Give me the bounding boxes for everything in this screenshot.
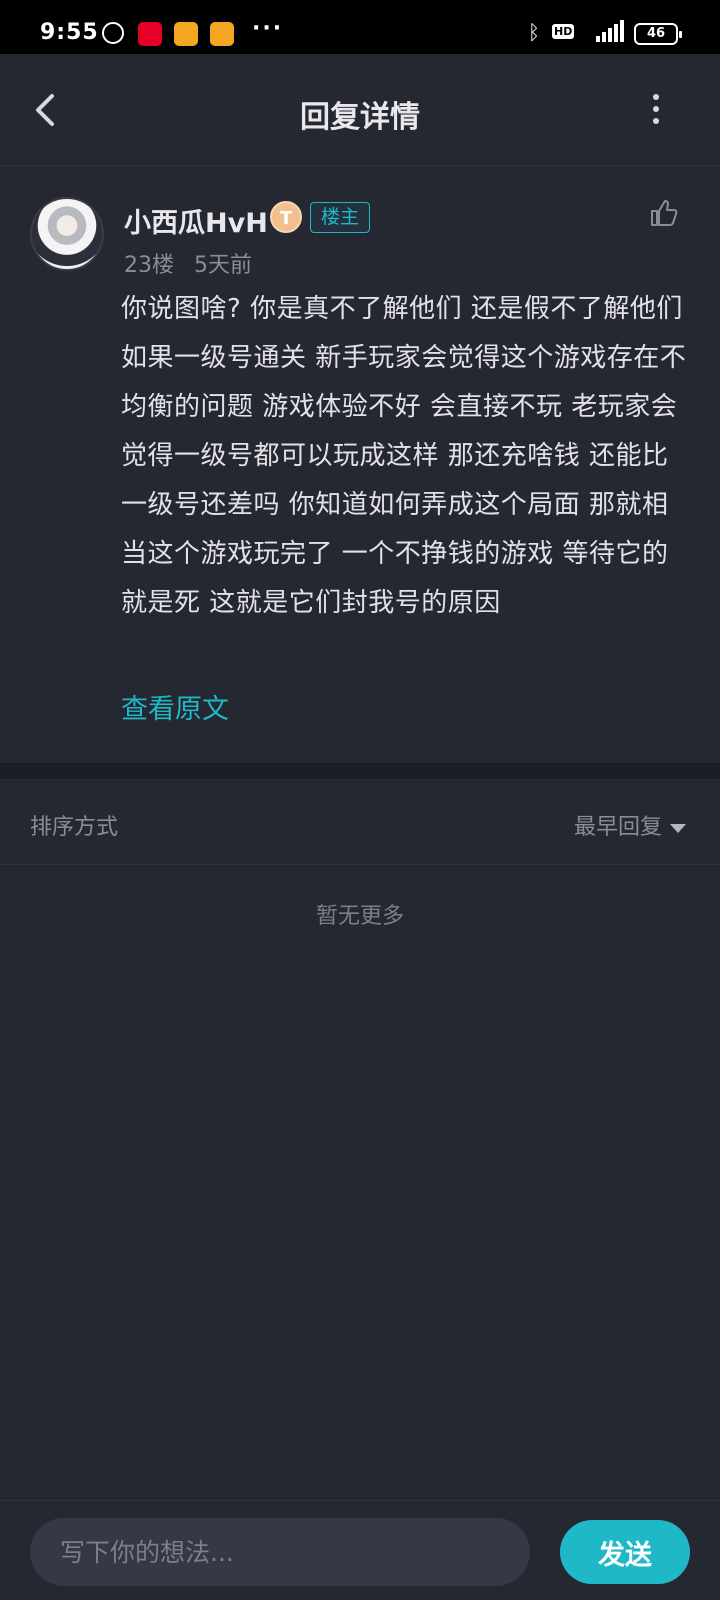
- app-header: 回复详情: [0, 54, 720, 166]
- signal-icon: [596, 20, 624, 42]
- post-meta: 23楼 5天前: [124, 247, 252, 279]
- floor-number: 23楼: [124, 253, 174, 278]
- comment-composer: 发送: [0, 1500, 720, 1600]
- notification-app-icon: [174, 22, 198, 46]
- post-content: 你说图啥? 你是真不了解他们 还是假不了解他们 如果一级号通关 新手玩家会觉得这…: [121, 294, 687, 618]
- status-bar: 9:55 ··· ᛒ HD 46: [0, 0, 720, 54]
- status-time: 9:55: [40, 20, 99, 45]
- more-notifications-icon: ···: [252, 16, 284, 41]
- username[interactable]: 小西瓜HvH: [124, 201, 268, 240]
- sort-row: 排序方式 最早回复: [0, 779, 720, 865]
- sort-dropdown[interactable]: 最早回复: [574, 809, 686, 841]
- send-button[interactable]: 发送: [560, 1520, 690, 1584]
- hd-icon: HD: [552, 24, 575, 39]
- caret-down-icon: [670, 823, 686, 833]
- reply-post: 小西瓜HvH T 楼主 23楼 5天前 你说图啥? 你是真不了解他们 还是假不了解…: [0, 167, 720, 763]
- post-time: 5天前: [194, 253, 252, 278]
- page-title: 回复详情: [300, 100, 420, 135]
- user-level-badge: T: [270, 201, 302, 233]
- view-original-link[interactable]: 查看原文: [121, 687, 229, 726]
- more-options-icon[interactable]: [646, 94, 666, 126]
- bluetooth-icon: ᛒ: [528, 20, 540, 44]
- sort-label: 排序方式: [30, 815, 119, 840]
- netease-music-icon: [138, 22, 162, 46]
- thumbs-up-icon[interactable]: [648, 197, 680, 229]
- section-divider: [0, 763, 720, 779]
- comment-input[interactable]: [30, 1518, 530, 1586]
- notification-app-icon-2: [210, 22, 234, 46]
- avatar[interactable]: [30, 197, 104, 271]
- op-tag: 楼主: [310, 202, 371, 233]
- battery-icon: 46: [634, 23, 682, 45]
- alarm-icon: [102, 22, 124, 44]
- sort-selected-value: 最早回复: [573, 815, 662, 840]
- empty-state-text: 暂无更多: [315, 904, 404, 929]
